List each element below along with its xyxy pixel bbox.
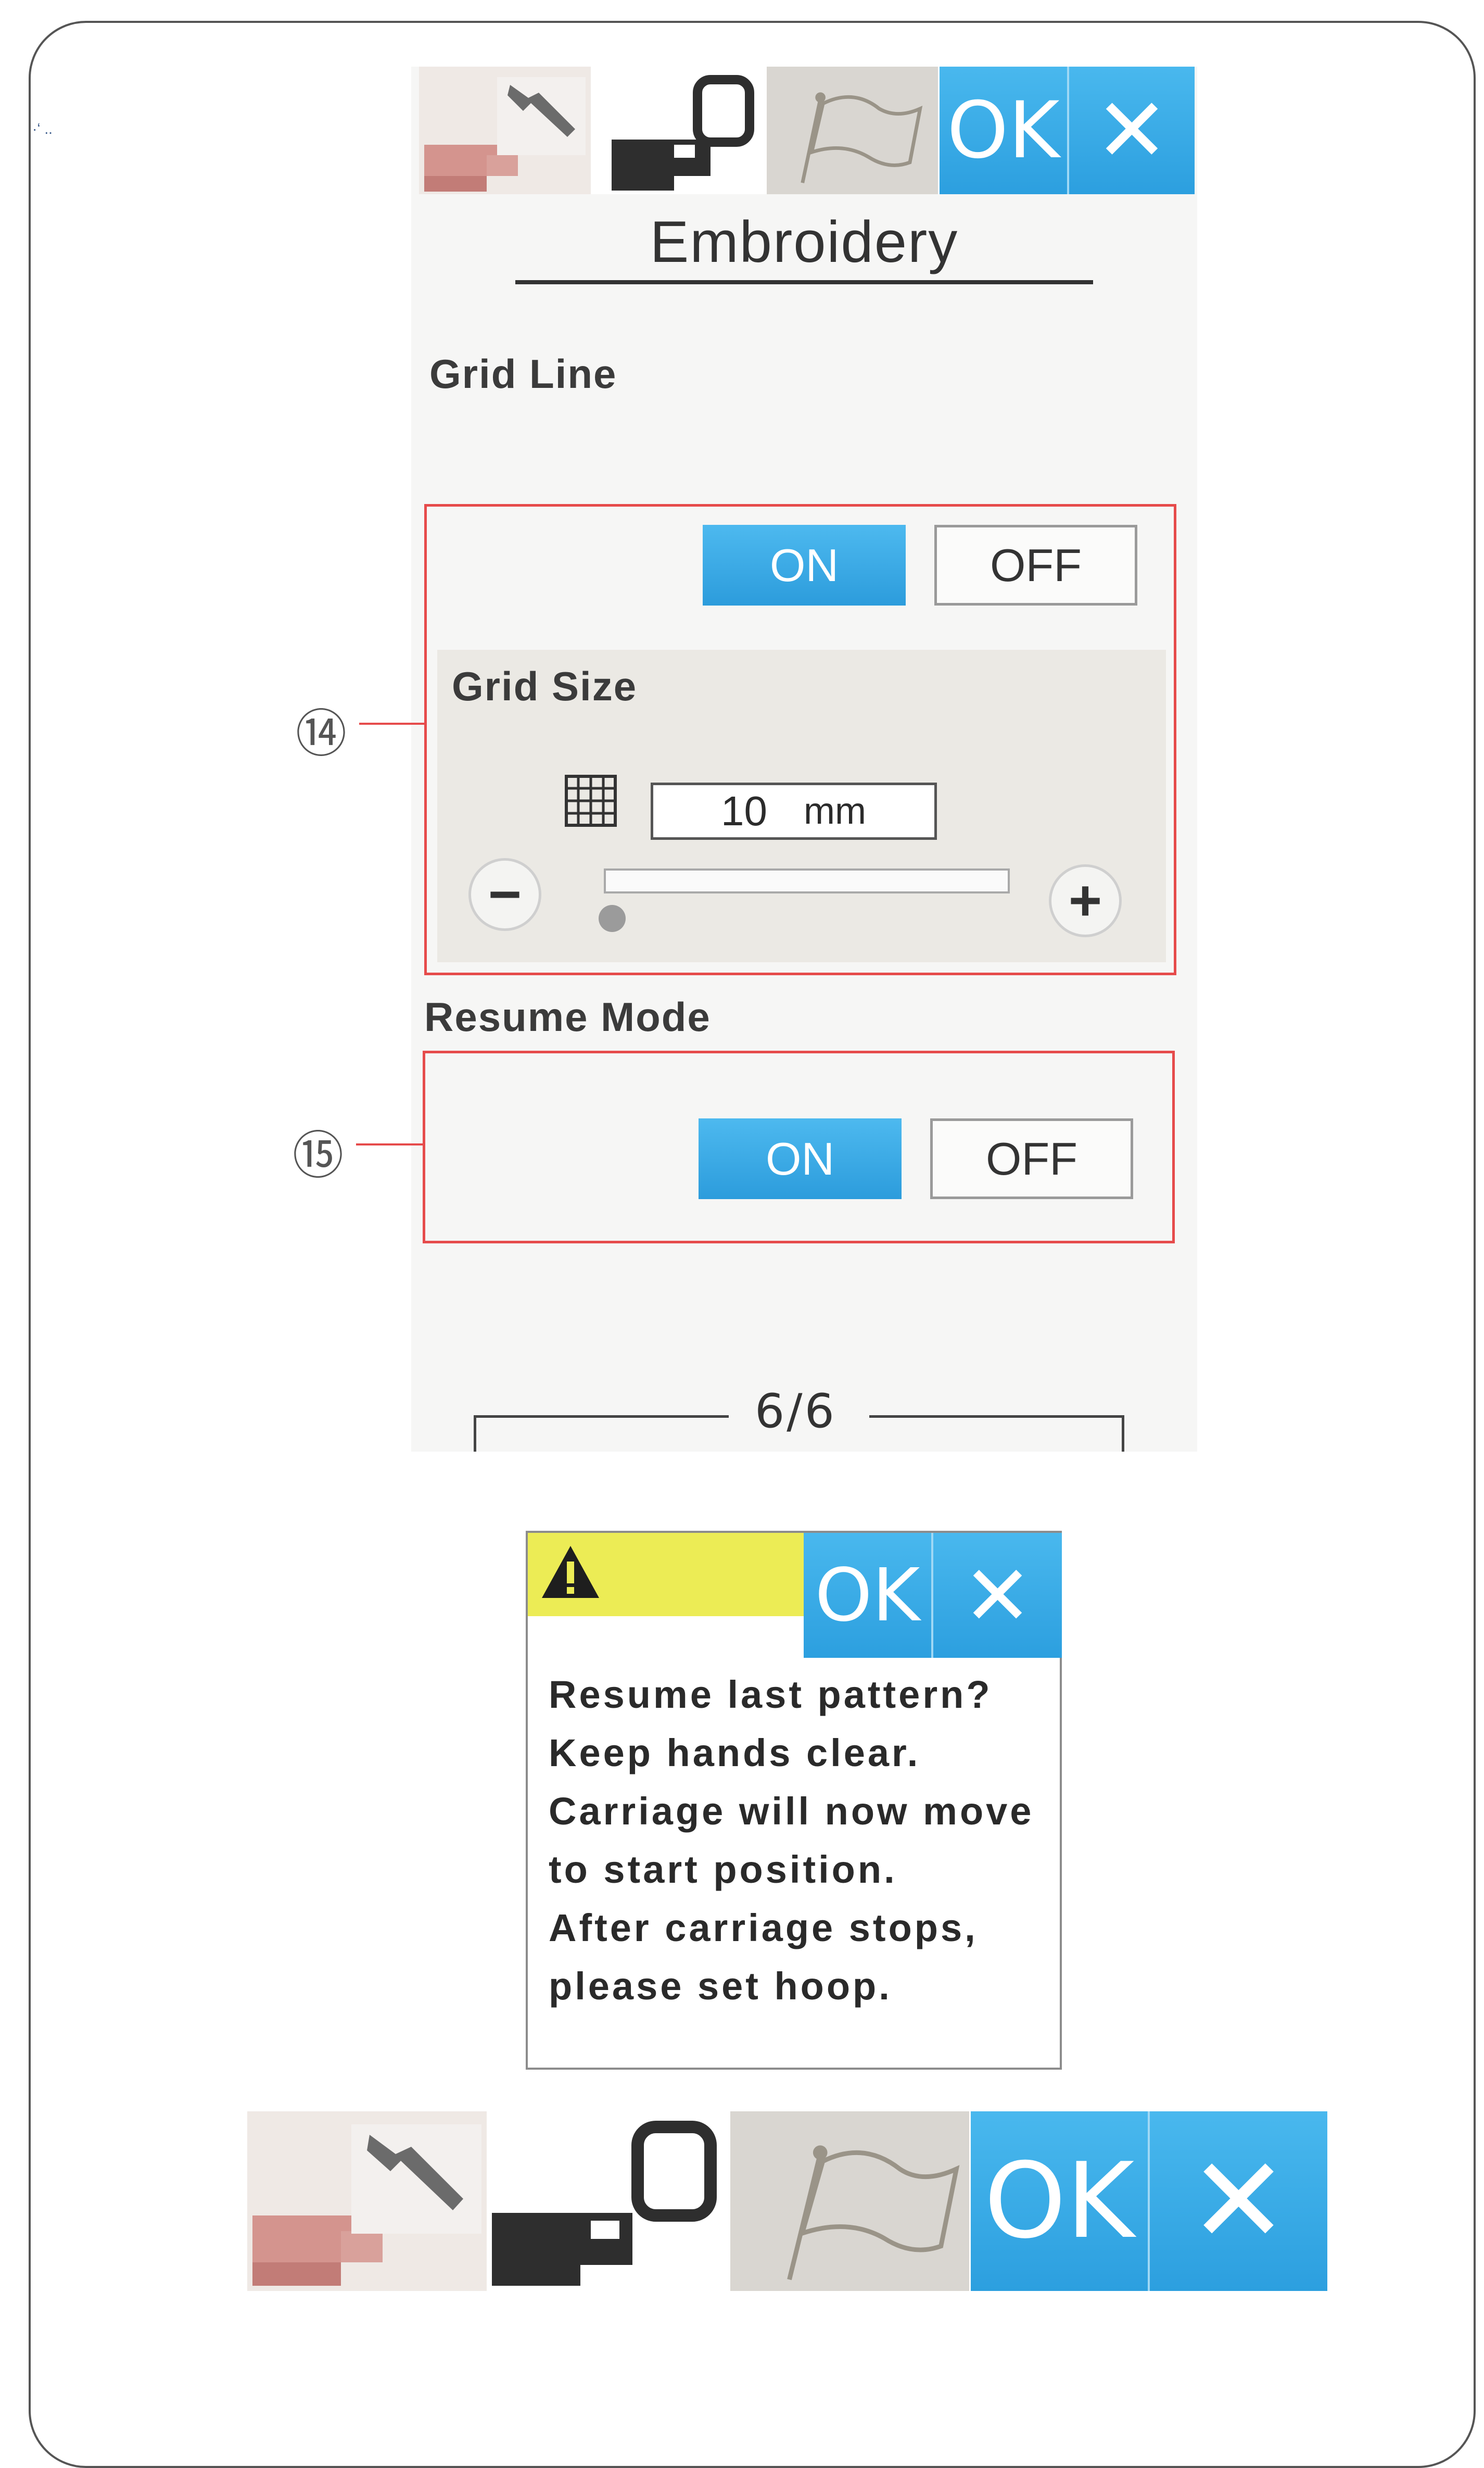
embroidery-settings-tab[interactable] [591,67,765,194]
callout-14: ⑭ [296,704,347,764]
grid-line-label: Grid Line [429,351,617,397]
dialog-message-line: Resume last pattern? [549,1673,993,1716]
bottom-language-tab[interactable] [729,2111,971,2291]
callout-15: ⑮ [293,1126,344,1186]
machine-settings-icon [424,77,586,192]
dialog-message-line: Keep hands clear. [549,1731,921,1774]
cancel-button[interactable]: ✕ [1067,67,1195,194]
grid-size-value: 10 [721,788,767,834]
ok-button[interactable]: OK [940,67,1067,194]
resume-mode-off-button[interactable]: OFF [930,1118,1133,1199]
dialog-ok-label: OK [815,1553,920,1638]
dialog-message-line: please set hoop. [549,1965,892,2008]
grid-line-off-button[interactable]: OFF [934,525,1137,606]
title-underline [515,280,1093,284]
dialog-ok-button[interactable]: OK [804,1533,931,1658]
grid-size-field: 10 mm [651,783,937,840]
screen-title: Embroidery [650,209,959,274]
machine-settings-tab[interactable] [419,67,591,194]
grid-size-increase-button[interactable]: + [1049,864,1122,937]
resume-mode-on-label: ON [766,1132,834,1185]
embroidery-settings-screen: OK ✕ Embroidery Grid Line ON OFF Grid Si… [411,67,1197,1452]
warning-bar [528,1533,804,1616]
bottom-embroidery-settings-tab[interactable] [487,2111,729,2291]
warning-icon [542,1546,599,1598]
dialog-cancel-button[interactable]: ✕ [931,1533,1062,1658]
grid-line-off-label: OFF [990,539,1082,591]
grid-size-decrease-button[interactable]: − [468,858,541,931]
resume-mode-box: ON OFF [423,1051,1175,1243]
page-indicator: 6/6 [755,1384,836,1439]
grid-icon [565,775,617,827]
resume-dialog: OK ✕ Resume last pattern? Keep hands cle… [526,1531,1062,2070]
page-bracket-right-tick [1122,1415,1124,1452]
scan-speck: ·ʻ .. [32,121,53,137]
grid-line-on-button[interactable]: ON [703,525,906,606]
flag-icon [787,2145,960,2281]
bottom-toolbar: OK ✕ [247,2111,1327,2291]
top-toolbar: OK ✕ [419,67,1195,194]
grid-line-on-label: ON [770,539,839,591]
grid-size-slider-thumb[interactable] [599,905,626,932]
dialog-message-line: Carriage will now move [549,1790,1034,1833]
page-bracket-left-tick [474,1415,476,1452]
bottom-machine-settings-tab[interactable] [247,2111,487,2291]
dialog-close-icon: ✕ [962,1546,1033,1644]
bottom-close-icon: ✕ [1188,2132,1289,2271]
bottom-ok-label: OK [984,2140,1135,2262]
bottom-ok-button[interactable]: OK [971,2111,1148,2291]
grid-size-slider[interactable] [604,868,1010,893]
ok-label: OK [947,85,1060,176]
dialog-message-line: After carriage stops, [549,1906,978,1949]
bottom-cancel-button[interactable]: ✕ [1148,2111,1327,2291]
embroidery-machine-icon [492,2121,717,2286]
grid-settings-box: ON OFF Grid Size 10 mm − + [424,504,1176,975]
plus-icon: + [1068,868,1102,933]
page-bracket-left-rule [474,1415,729,1418]
minus-icon: − [488,862,522,926]
resume-mode-off-label: OFF [986,1132,1077,1185]
callout-14-leader [359,723,424,725]
machine-settings-icon [252,2124,481,2286]
grid-size-panel: Grid Size 10 mm − + [437,650,1166,962]
page-bracket-right-rule [869,1415,1124,1418]
resume-mode-label: Resume Mode [424,994,711,1040]
resume-mode-on-button[interactable]: ON [699,1118,902,1199]
embroidery-machine-icon [612,75,754,191]
dialog-message: Resume last pattern? Keep hands clear. C… [549,1666,1034,2016]
grid-size-unit: mm [803,790,866,832]
close-icon: ✕ [1095,79,1169,182]
language-tab[interactable] [765,67,940,194]
flag-icon [801,92,923,183]
grid-size-label: Grid Size [452,663,638,709]
dialog-message-line: to start position. [549,1848,897,1891]
callout-15-leader [356,1143,424,1145]
